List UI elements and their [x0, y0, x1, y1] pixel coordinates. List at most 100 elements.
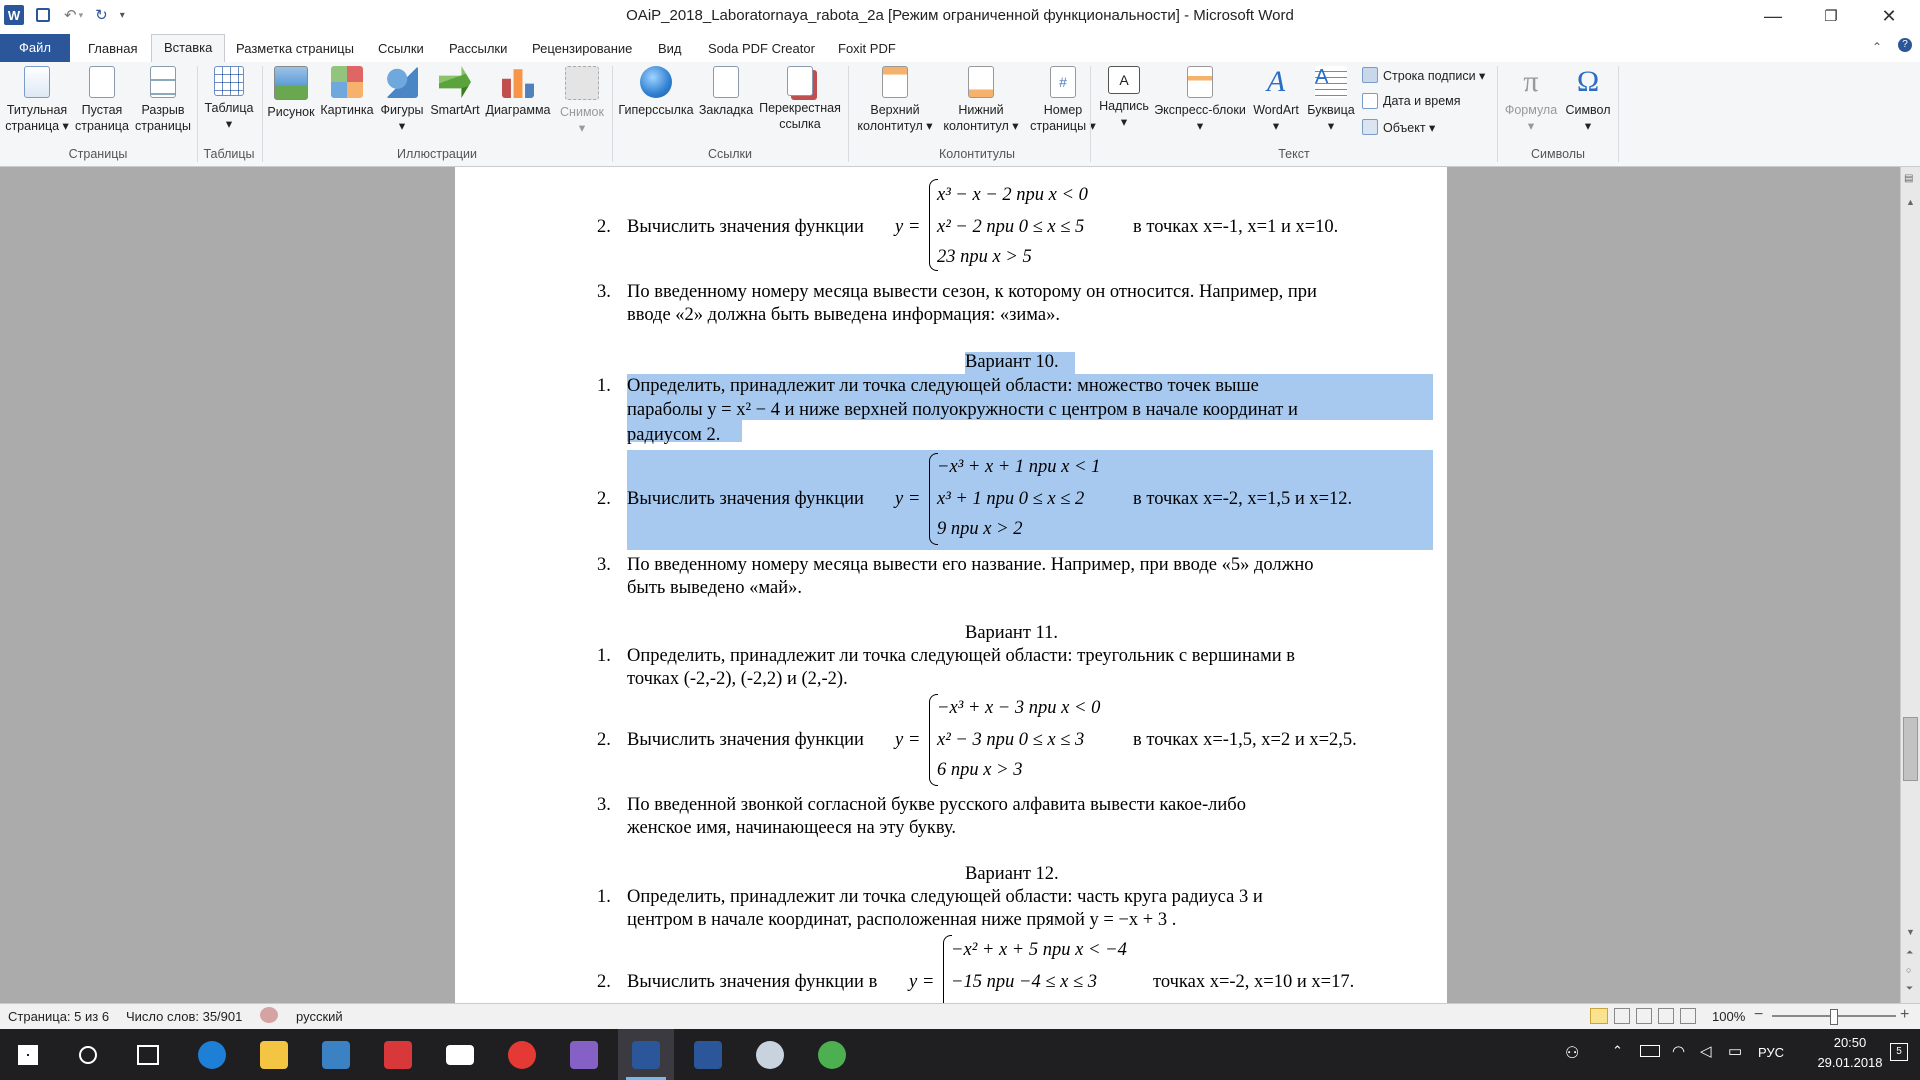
people-icon[interactable]: ⚇: [1565, 1043, 1579, 1063]
wifi-icon[interactable]: ◠: [1672, 1042, 1685, 1060]
collapse-ribbon-icon[interactable]: ⌃: [1872, 40, 1882, 54]
input-language[interactable]: РУС: [1758, 1045, 1784, 1060]
header-button[interactable]: Верхний колонтитул ▾: [852, 66, 938, 134]
tab-insert[interactable]: Вставка: [151, 34, 226, 63]
taskbar-store[interactable]: [308, 1029, 364, 1080]
symbol-button[interactable]: Ω Символ ▾: [1562, 66, 1614, 134]
tab-soda-pdf[interactable]: Soda PDF Creator: [696, 36, 827, 62]
keyboard-icon[interactable]: ▭: [1728, 1042, 1742, 1060]
tab-page-layout[interactable]: Разметка страницы: [224, 36, 366, 62]
object-button[interactable]: Объект ▾: [1362, 116, 1435, 138]
task-text: центром в начале координат, расположенна…: [627, 910, 1177, 930]
task-text: По введенному номеру месяца вывести сезо…: [627, 282, 1317, 302]
signature-line-button[interactable]: Строка подписи ▾: [1362, 64, 1485, 86]
browse-object-icon[interactable]: ○: [1906, 965, 1911, 975]
bookmark-button[interactable]: Закладка: [696, 66, 756, 118]
tab-home[interactable]: Главная: [76, 36, 149, 62]
page-indicator[interactable]: Страница: 5 из 6: [8, 1009, 109, 1024]
notification-center-icon[interactable]: 5: [1890, 1043, 1908, 1061]
tab-file[interactable]: Файл: [0, 34, 70, 62]
textbox-button[interactable]: A Надпись ▾: [1092, 66, 1156, 130]
taskbar-snipping[interactable]: [742, 1029, 798, 1080]
textbox-icon: A: [1108, 66, 1140, 94]
close-button[interactable]: ✕: [1860, 0, 1918, 32]
scroll-up-icon[interactable]: ▲: [1906, 197, 1915, 207]
date-time-button[interactable]: Дата и время: [1362, 90, 1461, 112]
taskbar-gift-app[interactable]: [370, 1029, 426, 1080]
crossref-button[interactable]: Перекрестная ссылка: [756, 66, 844, 132]
group-separator: [262, 66, 263, 162]
equation-button[interactable]: π Формула ▾: [1500, 66, 1562, 134]
ruler-toggle-icon[interactable]: ▤: [1904, 173, 1913, 184]
scroll-down-icon[interactable]: ▼: [1906, 927, 1915, 937]
next-page-icon[interactable]: ⏷: [1906, 983, 1913, 994]
piecewise-row: −x³ + x + 1 при x < 1: [937, 457, 1101, 477]
language-indicator[interactable]: русский: [296, 1009, 343, 1024]
zoom-level[interactable]: 100%: [1712, 1009, 1745, 1024]
start-button[interactable]: [0, 1029, 56, 1080]
table-button[interactable]: Таблица ▾: [200, 66, 258, 132]
ribbon: Титульная страница ▾ Пустая страница Разры…: [0, 62, 1920, 167]
document-page[interactable]: 2. Вычислить значения функции y = x³ − x…: [455, 167, 1447, 1003]
utorrent-icon: [818, 1040, 846, 1069]
blank-page-button[interactable]: Пустая страница: [74, 66, 130, 134]
taskbar-utorrent[interactable]: [804, 1029, 860, 1080]
chart-button[interactable]: Диаграмма: [482, 66, 554, 118]
task-view-button[interactable]: [120, 1029, 176, 1080]
taskbar-word[interactable]: [680, 1029, 736, 1080]
tab-mailings[interactable]: Рассылки: [437, 36, 519, 62]
page-number-icon: #: [1050, 66, 1076, 98]
zoom-out-button[interactable]: −: [1754, 1006, 1763, 1024]
task-text: в точках x=-2, x=1,5 и x=12.: [1133, 489, 1353, 509]
list-number: 2.: [597, 972, 611, 992]
prev-page-icon[interactable]: ⏶: [1906, 947, 1913, 958]
zoom-slider-thumb[interactable]: [1830, 1009, 1838, 1025]
taskbar-visual-studio[interactable]: [556, 1029, 612, 1080]
screenshot-button[interactable]: Снимок ▾: [554, 66, 610, 136]
taskbar-yandex[interactable]: [494, 1029, 550, 1080]
taskbar-explorer[interactable]: [246, 1029, 302, 1080]
proofing-icon[interactable]: [260, 1007, 278, 1023]
help-icon[interactable]: ?: [1898, 38, 1912, 52]
full-screen-view-icon[interactable]: [1614, 1008, 1630, 1024]
web-view-icon[interactable]: [1636, 1008, 1652, 1024]
word-count[interactable]: Число слов: 35/901: [126, 1009, 242, 1024]
picture-button[interactable]: Рисунок: [264, 66, 318, 120]
print-layout-view-icon[interactable]: [1590, 1008, 1608, 1024]
taskbar-edge[interactable]: [184, 1029, 240, 1080]
tab-references[interactable]: Ссылки: [366, 36, 436, 62]
battery-icon[interactable]: [1640, 1045, 1660, 1057]
zoom-in-button[interactable]: +: [1900, 1006, 1909, 1024]
clock-time[interactable]: 20:50: [1820, 1035, 1880, 1050]
quickparts-button[interactable]: Экспресс-блоки ▾: [1152, 66, 1248, 134]
clock-date[interactable]: 29.01.2018: [1810, 1055, 1890, 1070]
footer-icon: [968, 66, 994, 98]
title-page-button[interactable]: Титульная страница ▾: [4, 66, 70, 134]
minimize-button[interactable]: —: [1744, 0, 1802, 32]
task-text: Определить, принадлежит ли точка следующ…: [627, 887, 1263, 907]
omega-icon: Ω: [1576, 65, 1600, 98]
vertical-scrollbar[interactable]: ▤ ▲ ▼ ⏶ ○ ⏷: [1900, 167, 1920, 1003]
taskbar-mail[interactable]: [432, 1029, 488, 1080]
hyperlink-button[interactable]: Гиперссылка: [616, 66, 696, 118]
list-number: 3.: [597, 282, 611, 302]
draft-view-icon[interactable]: [1680, 1008, 1696, 1024]
restore-button[interactable]: ❐: [1802, 0, 1860, 32]
smartart-button[interactable]: SmartArt: [428, 66, 482, 118]
group-separator: [612, 66, 613, 162]
footer-button[interactable]: Нижний колонтитул ▾: [938, 66, 1024, 134]
clipart-button[interactable]: Картинка: [318, 66, 376, 118]
scroll-thumb[interactable]: [1903, 717, 1918, 781]
tab-view[interactable]: Вид: [646, 36, 694, 62]
tab-foxit-pdf[interactable]: Foxit PDF: [826, 36, 908, 62]
wordart-button[interactable]: A WordArt ▾: [1248, 66, 1304, 134]
dropcap-button[interactable]: A Буквица ▾: [1304, 66, 1358, 134]
volume-icon[interactable]: ◁: [1700, 1042, 1712, 1060]
show-hidden-icons-icon[interactable]: ⌃: [1612, 1043, 1623, 1059]
search-button[interactable]: [60, 1029, 116, 1080]
shapes-button[interactable]: Фигуры ▾: [376, 66, 428, 134]
tab-review[interactable]: Рецензирование: [520, 36, 644, 62]
page-break-button[interactable]: Разрыв страницы: [134, 66, 192, 134]
taskbar-word-active[interactable]: [618, 1029, 674, 1080]
outline-view-icon[interactable]: [1658, 1008, 1674, 1024]
